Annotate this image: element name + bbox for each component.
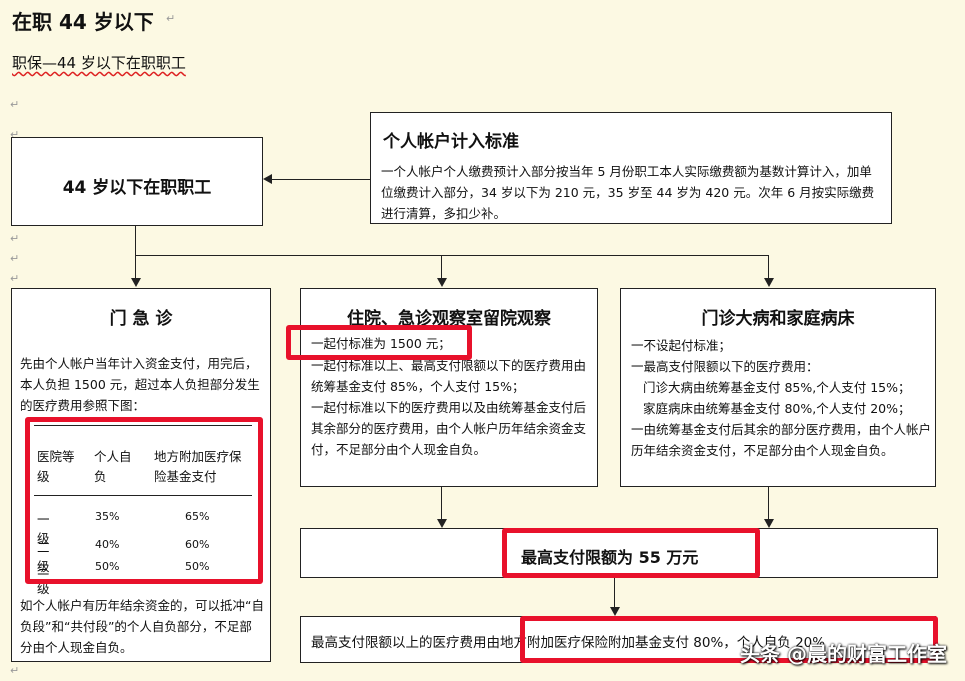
highlight-table-box — [25, 417, 263, 584]
connector-line — [768, 255, 769, 278]
paragraph-mark: ↵ — [10, 98, 20, 111]
chronic-line-1: 一不设起付标准； — [631, 338, 732, 353]
chronic-line-2: 一最高支付限额以下的医疗费用： — [631, 359, 819, 374]
paragraph-mark: ↵ — [10, 664, 20, 677]
page-heading: 在职 44 岁以下 — [12, 10, 154, 34]
chronic-line-4: 家庭病床由统筹基金支付 80%,个人支付 20%； — [643, 401, 911, 416]
connector-line — [441, 487, 442, 519]
account-standard-box: 个人帐户计入标准 一个人帐户个人缴费预计入部分按当年 5 月份职工本人实际缴费额… — [370, 112, 892, 224]
subtitle-text: 职保—44 岁以下在职职工 — [12, 54, 186, 72]
main-employee-title: 44 岁以下在职职工 — [62, 178, 212, 198]
arrow-down-icon — [764, 278, 774, 287]
arrow-down-icon — [437, 519, 447, 528]
connector-line — [135, 255, 769, 256]
connector-line — [614, 578, 615, 608]
chronic-title: 门诊大病和家庭病床 — [701, 309, 855, 329]
watermark: 头条 @晨的财富工作室 — [740, 642, 947, 666]
highlight-deductible — [286, 325, 472, 360]
connector-line — [135, 255, 136, 278]
connector-line — [272, 179, 370, 180]
outpatient-title: 门 急 诊 — [109, 309, 173, 329]
arrow-down-icon — [437, 278, 447, 287]
outpatient-note: 如个人帐户有历年结余资金的，可以抵冲“自负段”和“共付段”的个人自负部分，不足部… — [20, 598, 264, 655]
chronic-line-5: 一由统筹基金支付后其余的部分医疗费用，由个人帐户历年结余资金支付，不足部分由个人… — [631, 422, 932, 458]
account-standard-text: 一个人帐户个人缴费预计入部分按当年 5 月份职工本人实际缴费额为基数计算计入，加… — [381, 164, 875, 221]
chronic-line-3: 门诊大病由统筹基金支付 85%,个人支付 15%； — [643, 380, 911, 395]
arrow-left-icon — [263, 174, 272, 184]
connector-line — [441, 255, 442, 278]
highlight-max-limit — [502, 528, 760, 578]
inpatient-line-3: 一起付标准以下的医疗费用以及由统筹基金支付后其余部分的医疗费用，由个人帐户历年结… — [311, 400, 587, 457]
outpatient-text: 先由个人帐户当年计入资金支付，用完后，本人负担 1500 元，超过本人负担部分发… — [20, 356, 260, 413]
connector-line — [135, 226, 136, 256]
paragraph-mark: ↵ — [10, 272, 20, 285]
paragraph-mark: ↵ — [10, 232, 20, 245]
chronic-box: 门诊大病和家庭病床 一不设起付标准； 一最高支付限额以下的医疗费用： 门诊大病由… — [620, 288, 936, 487]
account-standard-title: 个人帐户计入标准 — [383, 132, 519, 152]
arrow-down-icon — [131, 278, 141, 287]
arrow-down-icon — [610, 607, 620, 616]
paragraph-mark: ↵ — [166, 12, 176, 25]
arrow-down-icon — [764, 519, 774, 528]
inpatient-box: 住院、急诊观察室留院观察 一起付标准为 1500 元； 一起付标准以上、最高支付… — [300, 288, 598, 487]
inpatient-line-2: 一起付标准以上、最高支付限额以下的医疗费用由统筹基金支付 85%，个人支付 15… — [311, 358, 587, 394]
connector-line — [768, 487, 769, 519]
page-subtitle: 职保—44 岁以下在职职工 — [12, 52, 186, 73]
paragraph-mark: ↵ — [10, 252, 20, 265]
main-employee-box: 44 岁以下在职职工 — [11, 137, 263, 226]
